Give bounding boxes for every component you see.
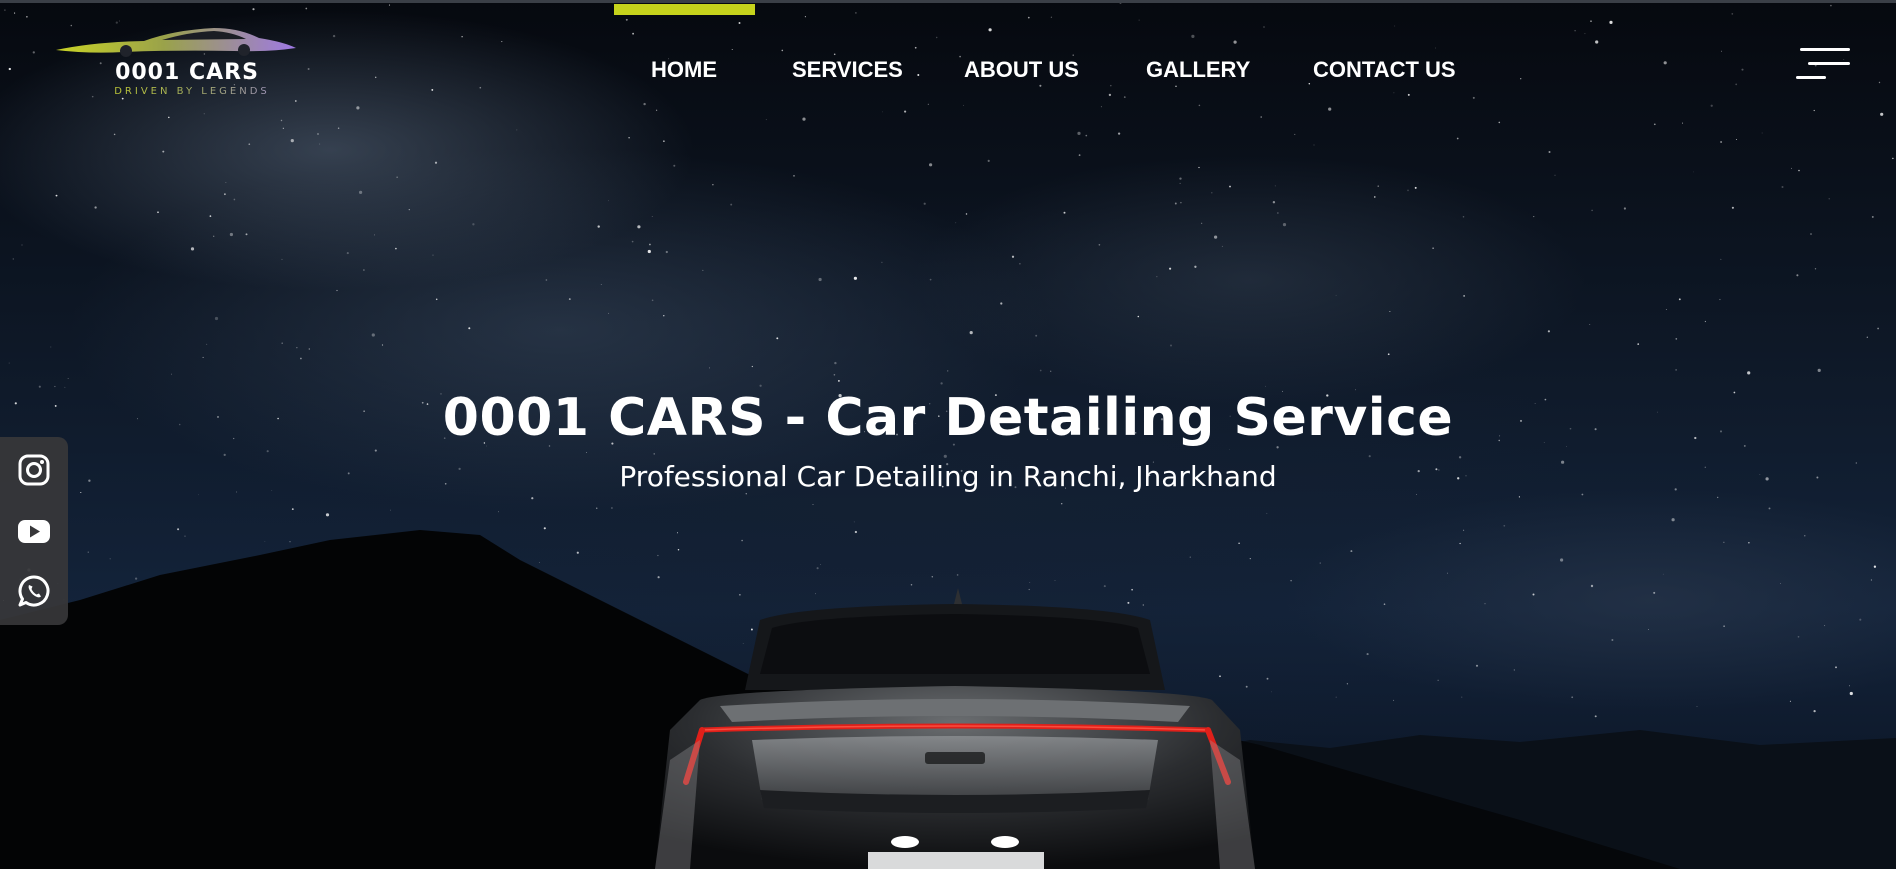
- hero-subtitle: Professional Car Detailing in Ranchi, Jh…: [619, 460, 1277, 493]
- hero-title: 0001 CARS - Car Detailing Service: [442, 388, 1454, 448]
- whatsapp-icon[interactable]: [17, 574, 51, 608]
- youtube-icon[interactable]: [17, 514, 51, 548]
- instagram-icon[interactable]: [17, 453, 51, 487]
- car-rear: [655, 588, 1255, 869]
- nav-item-contact-us[interactable]: CONTACT US: [1313, 57, 1456, 83]
- social-links-panel: [0, 437, 68, 625]
- hamburger-menu-icon[interactable]: [1796, 48, 1850, 82]
- nav-item-services[interactable]: SERVICES: [792, 57, 903, 83]
- nav-item-about-us[interactable]: ABOUT US: [964, 57, 1079, 83]
- nav-item-home[interactable]: HOME: [651, 57, 717, 83]
- nav-item-gallery[interactable]: GALLERY: [1146, 57, 1250, 83]
- main-nav: HOME SERVICES ABOUT US GALLERY CONTACT U…: [0, 0, 1896, 100]
- nav-active-indicator: [614, 4, 755, 15]
